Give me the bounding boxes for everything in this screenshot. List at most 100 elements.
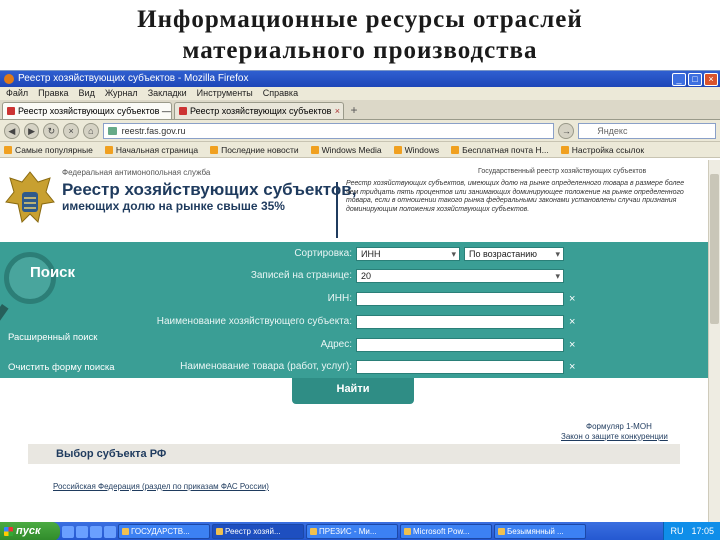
menu-tools[interactable]: Инструменты bbox=[197, 87, 253, 100]
maximize-icon[interactable]: □ bbox=[688, 72, 702, 86]
stop-icon[interactable]: × bbox=[63, 122, 79, 139]
window-controls: _ □ × bbox=[672, 72, 720, 86]
window-titlebar[interactable]: Реестр хозяйствующих субъектов - Mozilla… bbox=[0, 71, 720, 87]
forward-icon[interactable]: ▶ bbox=[23, 122, 40, 139]
system-tray: RU 17:05 bbox=[663, 522, 720, 540]
bookmark-item[interactable]: Самые популярные bbox=[4, 142, 93, 157]
site-icon bbox=[107, 126, 117, 135]
find-button[interactable]: Найти bbox=[292, 378, 414, 404]
fas-favicon-icon bbox=[179, 107, 187, 115]
taskbar: пуск ГОСУДАРСТВ... Реестр хозяй... ПРЕЗИ… bbox=[0, 522, 720, 540]
home-icon[interactable]: ⌂ bbox=[82, 122, 99, 139]
competition-law-link[interactable]: Закон о защите конкуренции bbox=[561, 432, 668, 441]
header-divider bbox=[336, 182, 338, 238]
subject-heading: Выбор субъекта РФ bbox=[56, 448, 167, 460]
close-icon[interactable]: × bbox=[704, 72, 718, 86]
scrollbar-thumb[interactable] bbox=[710, 174, 719, 324]
search-heading: Поиск bbox=[30, 264, 76, 281]
address-label: Адрес: bbox=[320, 339, 352, 350]
language-indicator[interactable]: RU bbox=[670, 522, 683, 540]
quick-launch-desktop-icon[interactable] bbox=[76, 525, 88, 538]
per-page-label: Записей на странице: bbox=[250, 270, 352, 281]
tab-bar: Реестр хозяйствующих субъектов — ... × Р… bbox=[0, 100, 720, 120]
taskbar-item[interactable]: Реестр хозяй... bbox=[212, 524, 304, 539]
quick-launch-ie-icon[interactable] bbox=[62, 525, 74, 538]
tab-close-icon[interactable]: × bbox=[335, 103, 340, 119]
site-header: Федеральная антимонопольная служба Реест… bbox=[0, 160, 708, 242]
tab-registry-2[interactable]: Реестр хозяйствующих субъектов × bbox=[174, 102, 344, 119]
registry-description: Реестр хозяйствующих субъектов, имеющих … bbox=[346, 180, 685, 213]
bookmark-item[interactable]: Windows Media bbox=[311, 142, 382, 157]
subject-section-header: Выбор субъекта РФ bbox=[28, 444, 680, 464]
russian-federation-link[interactable]: Российская Федерация (раздел по приказам… bbox=[53, 482, 269, 491]
page-title: Реестр хозяйствующих субъектов, bbox=[62, 180, 357, 199]
name-input[interactable] bbox=[356, 315, 564, 329]
sort-order-select[interactable]: По возрастанию bbox=[464, 247, 564, 261]
goods-input[interactable] bbox=[356, 360, 564, 374]
vertical-scrollbar[interactable] bbox=[708, 160, 720, 522]
clear-form-link[interactable]: Очистить форму поиска bbox=[8, 362, 115, 373]
new-tab-icon[interactable]: + bbox=[346, 103, 362, 119]
tab-registry-1[interactable]: Реестр хозяйствующих субъектов — ... × bbox=[2, 102, 172, 119]
screenshot: Информационные ресурсы отраслей материал… bbox=[0, 0, 720, 540]
search-panel: Поиск Сортировка: ИНН По возрастанию Зап… bbox=[0, 242, 708, 378]
quick-launch-firefox-icon[interactable] bbox=[90, 525, 102, 538]
tab-label: Реестр хозяйствующих субъектов — ... bbox=[18, 106, 172, 116]
bookmark-item[interactable]: Windows bbox=[394, 142, 439, 157]
quick-launch-media-icon[interactable] bbox=[104, 525, 116, 538]
form-link[interactable]: Формуляр 1-МОН bbox=[586, 422, 652, 431]
go-icon[interactable]: → bbox=[558, 122, 575, 139]
tab-label: Реестр хозяйствующих субъектов bbox=[190, 106, 332, 116]
reload-icon[interactable]: ↻ bbox=[43, 122, 60, 139]
inn-label: ИНН: bbox=[327, 293, 352, 304]
per-page-select[interactable]: 20 bbox=[356, 269, 564, 283]
bookmark-item[interactable]: Последние новости bbox=[210, 142, 299, 157]
taskbar-item[interactable]: ГОСУДАРСТВ... bbox=[118, 524, 210, 539]
slide-title-line-1: Информационные ресурсы отраслей bbox=[137, 6, 583, 33]
address-bar[interactable]: reestr.fas.gov.ru bbox=[102, 122, 555, 139]
advanced-search-link[interactable]: Расширенный поиск bbox=[8, 332, 97, 343]
header-meta: Государственный реестр хозяйствующих суб… bbox=[478, 168, 647, 175]
magnifier-handle bbox=[0, 304, 9, 330]
agency-name: Федеральная антимонопольная служба bbox=[62, 168, 211, 177]
slide-title-line-2: материального производства bbox=[182, 37, 538, 64]
taskbar-item[interactable]: ПРЕЗИС - Ми... bbox=[306, 524, 398, 539]
search-input[interactable]: Яндекс bbox=[578, 122, 716, 139]
inn-input[interactable] bbox=[356, 292, 564, 306]
menu-bar: Файл Правка Вид Журнал Закладки Инструме… bbox=[0, 87, 720, 100]
web-page: Федеральная антимонопольная служба Реест… bbox=[0, 160, 708, 522]
taskbar-item[interactable]: Безымянный ... bbox=[494, 524, 586, 539]
menu-bookmarks[interactable]: Закладки bbox=[148, 87, 187, 100]
bookmark-item[interactable]: Начальная страница bbox=[105, 142, 198, 157]
name-label: Наименование хозяйствующего субъекта: bbox=[156, 316, 352, 327]
page-subtitle: имеющих долю на рынке свыше 35% bbox=[62, 199, 285, 213]
clear-goods-icon[interactable]: × bbox=[569, 361, 575, 373]
bookmarks-toolbar: Самые популярные Начальная страница Посл… bbox=[0, 142, 720, 158]
menu-view[interactable]: Вид bbox=[79, 87, 95, 100]
menu-history[interactable]: Журнал bbox=[105, 87, 138, 100]
back-icon[interactable]: ◀ bbox=[4, 122, 20, 139]
clear-inn-icon[interactable]: × bbox=[569, 293, 575, 305]
url-text: reestr.fas.gov.ru bbox=[121, 125, 186, 136]
sort-label: Сортировка: bbox=[294, 248, 352, 259]
clock: 17:05 bbox=[691, 526, 714, 536]
start-button[interactable]: пуск bbox=[0, 522, 60, 540]
slide-title: Информационные ресурсы отраслей материал… bbox=[0, 0, 720, 68]
menu-edit[interactable]: Правка bbox=[38, 87, 68, 100]
fas-emblem-icon bbox=[5, 171, 55, 223]
sort-field-select[interactable]: ИНН bbox=[356, 247, 460, 261]
clear-address-icon[interactable]: × bbox=[569, 339, 575, 351]
window-title: Реестр хозяйствующих субъектов - Mozilla… bbox=[18, 73, 249, 84]
address-input[interactable] bbox=[356, 338, 564, 352]
clear-name-icon[interactable]: × bbox=[569, 316, 575, 328]
goods-label: Наименование товара (работ, услуг): bbox=[180, 361, 352, 372]
minimize-icon[interactable]: _ bbox=[672, 72, 686, 86]
bookmark-item[interactable]: Бесплатная почта H... bbox=[451, 142, 549, 157]
menu-help[interactable]: Справка bbox=[263, 87, 298, 100]
fas-favicon-icon bbox=[7, 107, 15, 115]
bookmark-item[interactable]: Настройка ссылок bbox=[561, 142, 644, 157]
menu-file[interactable]: Файл bbox=[6, 87, 28, 100]
navigation-toolbar: ◀ ▶ ↻ × ⌂ reestr.fas.gov.ru → Яндекс bbox=[0, 120, 720, 142]
browser-window: Реестр хозяйствующих субъектов - Mozilla… bbox=[0, 70, 720, 540]
taskbar-item[interactable]: Microsoft Pow... bbox=[400, 524, 492, 539]
